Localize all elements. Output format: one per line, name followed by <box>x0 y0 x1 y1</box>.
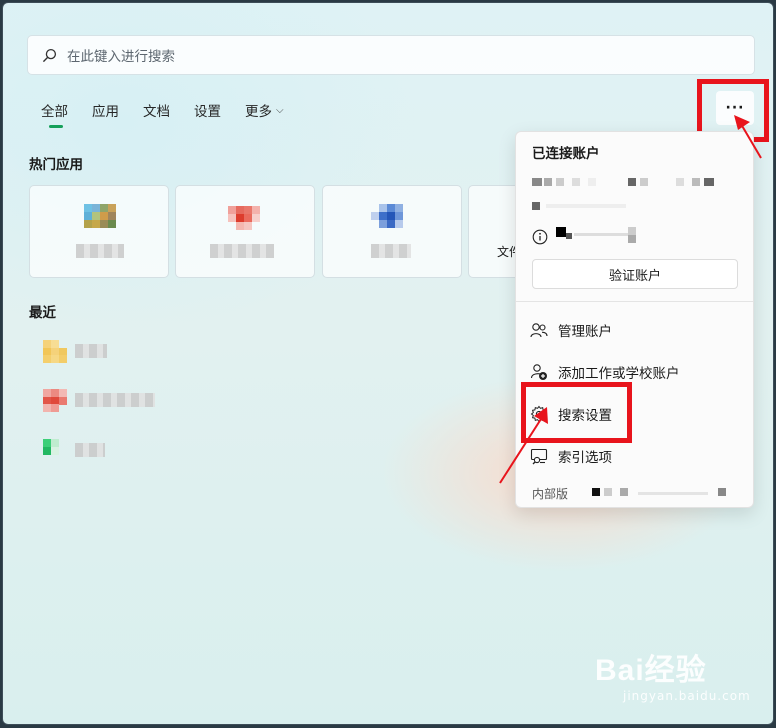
watermark-logo: Bai经验 <box>595 654 707 687</box>
recent-label-redacted <box>75 393 155 407</box>
recent-item-1[interactable] <box>43 340 107 363</box>
menu-item-manage-accounts[interactable]: 管理账户 <box>530 320 612 340</box>
search-window: 在此键入进行搜索 全部 应用 文档 设置 更多 ⌵ ··· 热门应用 文件 最近… <box>2 2 774 725</box>
file-icon <box>43 439 67 461</box>
menu-title: 已连接账户 <box>532 146 600 162</box>
app-card-2[interactable] <box>175 185 315 278</box>
add-account-icon <box>530 364 547 380</box>
people-icon <box>530 323 548 338</box>
app-label-redacted <box>76 244 124 258</box>
folder-icon <box>43 340 67 363</box>
search-icon <box>42 48 57 62</box>
tab-all[interactable]: 全部 <box>41 100 68 128</box>
menu-item-add-work-account[interactable]: 添加工作或学校账户 <box>530 362 680 382</box>
tab-apps[interactable]: 应用 <box>92 100 119 120</box>
menu-divider <box>516 301 753 302</box>
build-version: 内部版 <box>532 485 728 502</box>
search-input[interactable]: 在此键入进行搜索 <box>27 35 755 75</box>
verify-account-button[interactable]: 验证账户 <box>532 259 738 289</box>
app-card-1[interactable] <box>29 185 169 278</box>
recent-item-3[interactable] <box>43 439 105 461</box>
search-settings-highlight <box>521 382 632 443</box>
recent-item-2[interactable] <box>43 389 155 412</box>
search-tabs: 全部 应用 文档 设置 更多 ⌵ <box>41 100 308 128</box>
file-icon <box>43 389 67 412</box>
app-card-3[interactable] <box>322 185 462 278</box>
version-redacted <box>578 488 728 498</box>
chevron-down-icon: ⌵ <box>276 104 284 116</box>
accounts-menu: 已连接账户 验证账户 管理账户 添加工作或学校账户 搜索设置 索引选项 内部版 <box>515 131 754 508</box>
search-placeholder: 在此键入进行搜索 <box>67 49 175 65</box>
info-icon <box>532 229 548 245</box>
index-icon <box>530 448 548 465</box>
menu-item-indexing-options[interactable]: 索引选项 <box>530 446 612 466</box>
tab-more[interactable]: 更多 ⌵ <box>245 100 284 120</box>
watermark-url: jingyan.baidu.com <box>623 689 751 703</box>
baidu-watermark: Bai经验 jingyan.baidu.com <box>595 645 751 703</box>
hot-apps-title: 热门应用 <box>29 157 83 173</box>
app-label-redacted <box>210 244 274 258</box>
app-label-redacted <box>371 244 411 258</box>
tab-settings[interactable]: 设置 <box>194 100 221 120</box>
recent-title: 最近 <box>29 305 56 321</box>
recent-label-redacted <box>75 443 105 457</box>
tab-documents[interactable]: 文档 <box>143 100 170 120</box>
recent-label-redacted <box>75 344 107 358</box>
